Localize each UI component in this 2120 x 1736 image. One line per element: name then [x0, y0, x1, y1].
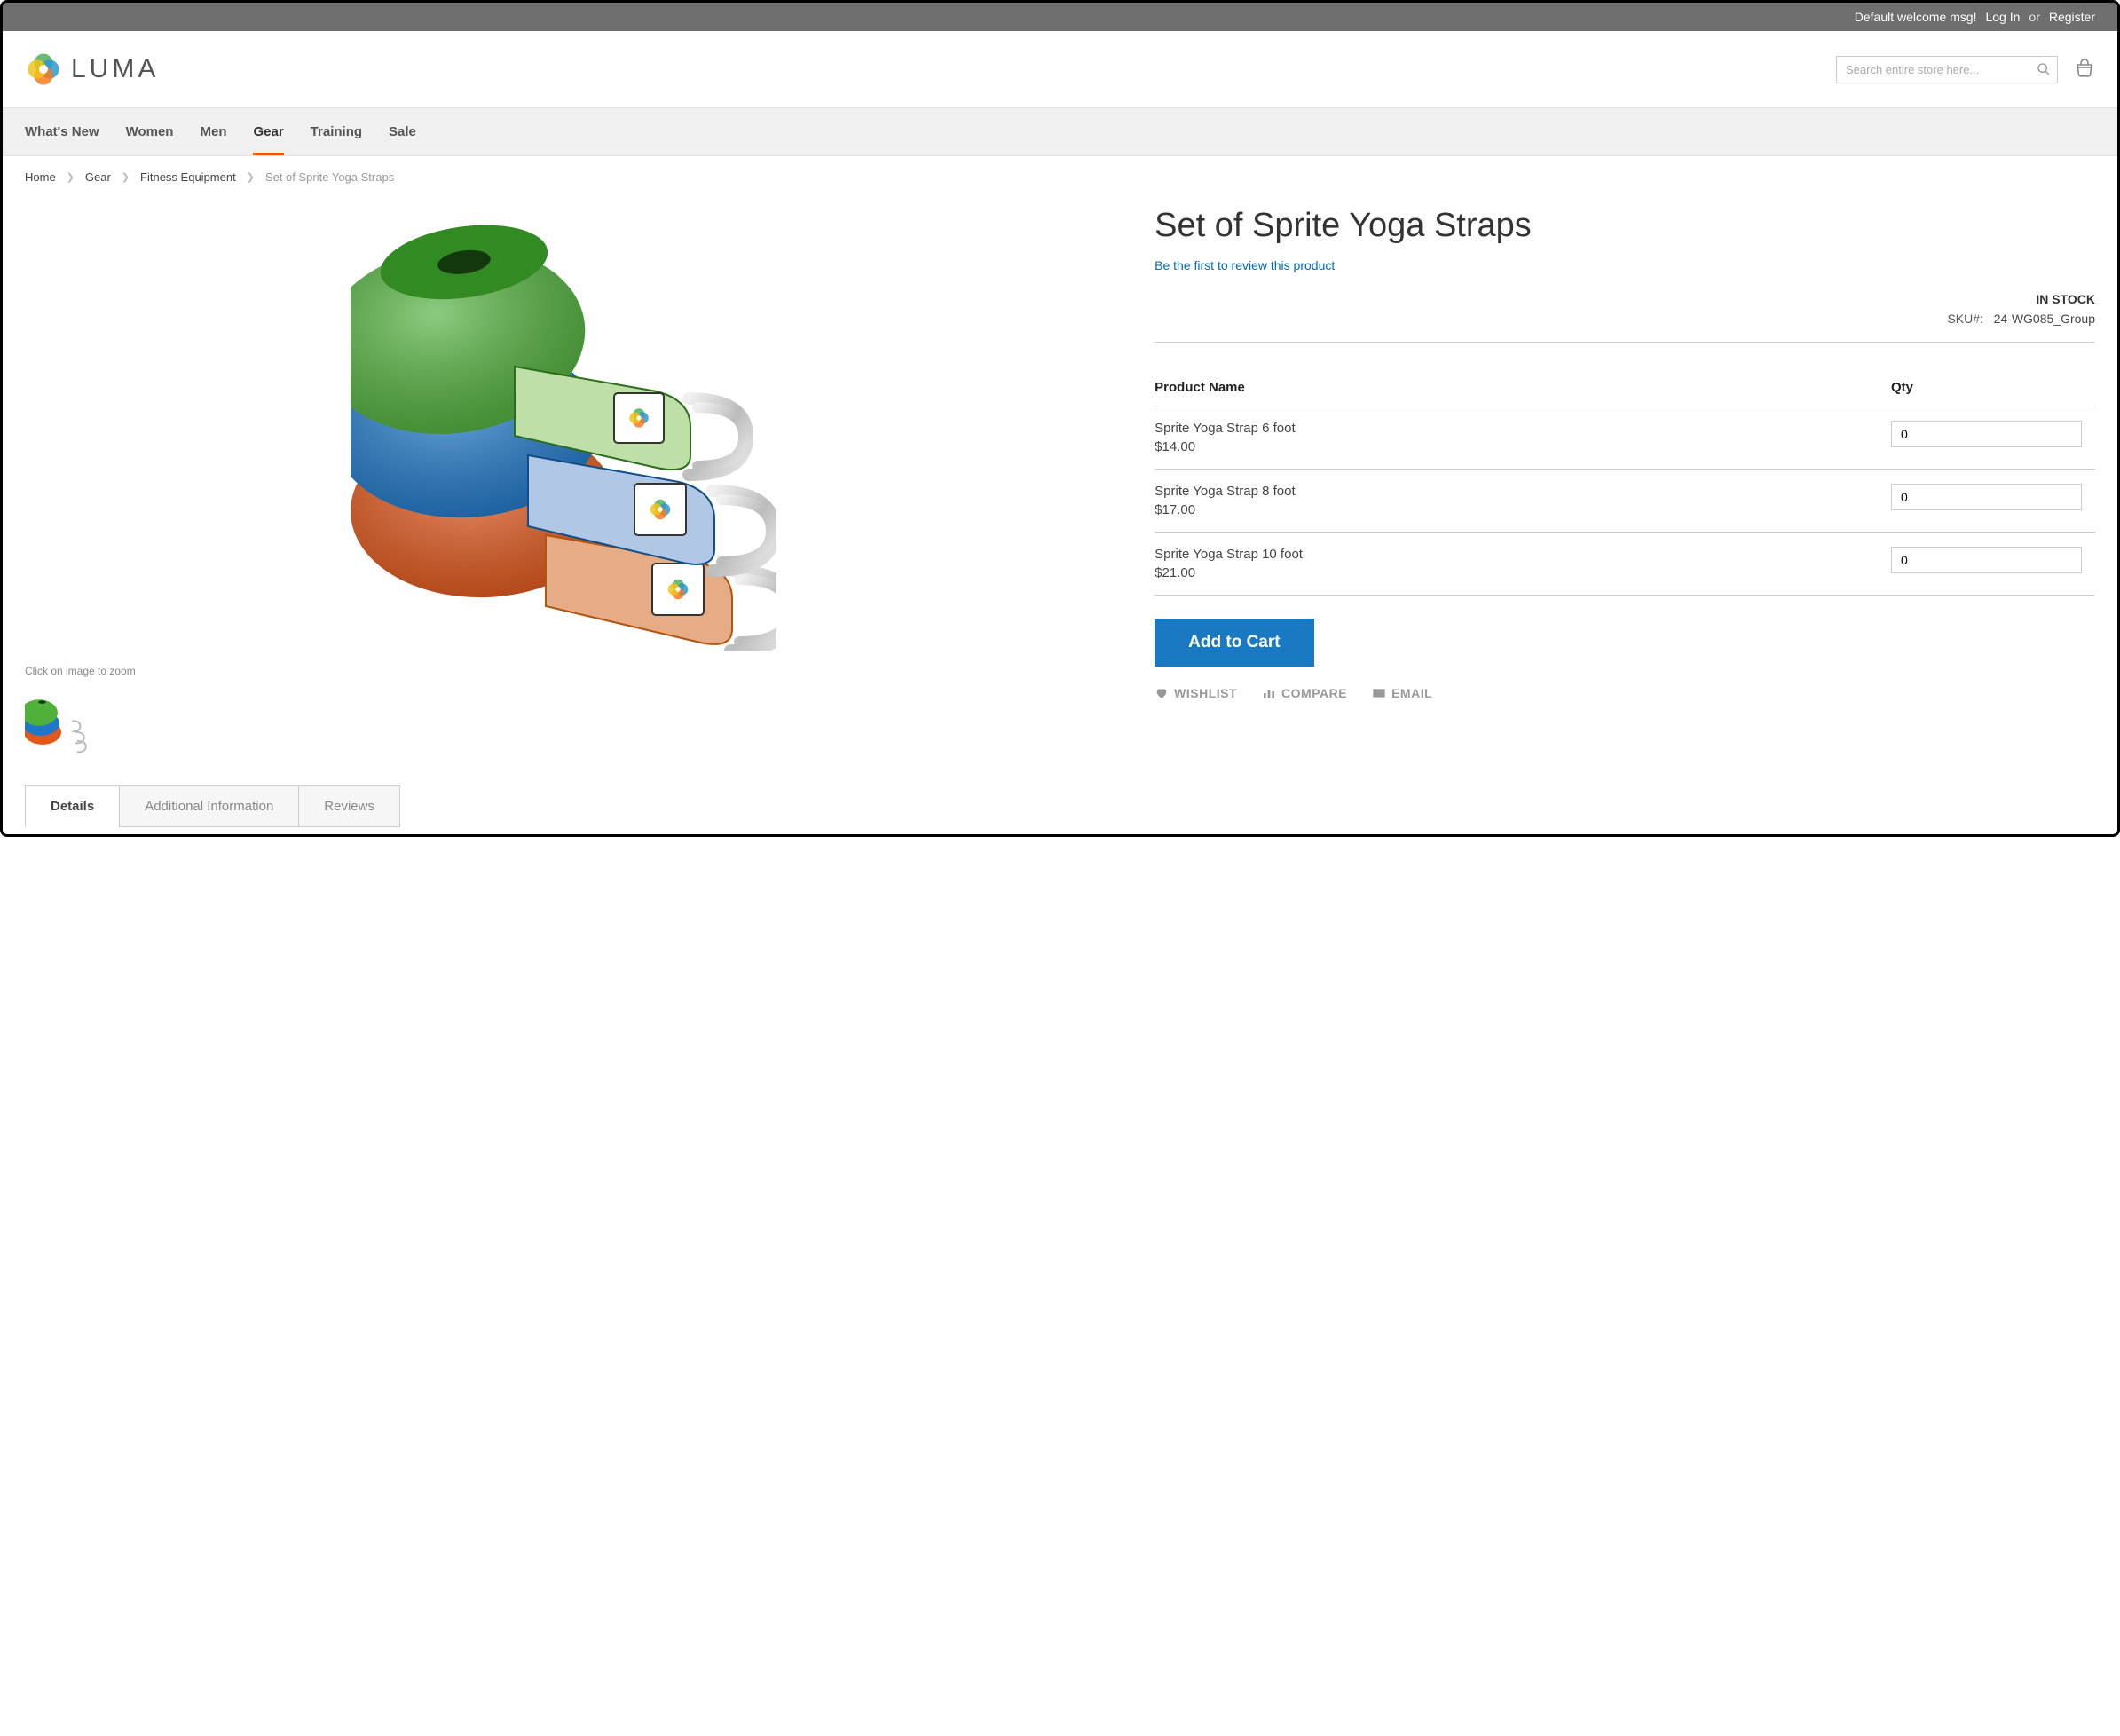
tab-details[interactable]: Details: [25, 785, 120, 827]
top-bar: Default welcome msg! Log In or Register: [3, 3, 2117, 31]
email-link[interactable]: EMAIL: [1372, 686, 1432, 700]
nav-link: Men: [200, 108, 226, 155]
nav-item-whats-new[interactable]: What's New: [25, 108, 99, 155]
wishlist-link[interactable]: WISHLIST: [1155, 686, 1237, 700]
table-row: Sprite Yoga Strap 10 foot $21.00: [1155, 532, 2095, 595]
grouped-item-name: Sprite Yoga Strap 8 foot: [1155, 484, 1891, 499]
nav-item-training[interactable]: Training: [311, 108, 362, 155]
qty-input[interactable]: [1891, 484, 2082, 510]
nav-list: What's New Women Men Gear Training Sale: [25, 108, 2095, 155]
bar-chart-icon: [1262, 686, 1276, 700]
tab-additional-information[interactable]: Additional Information: [119, 785, 299, 827]
zoom-hint: Click on image to zoom: [25, 665, 1101, 677]
sku-value: 24-WG085_Group: [1994, 312, 2095, 326]
breadcrumb: Home ❯ Gear ❯ Fitness Equipment ❯ Set of…: [3, 156, 2117, 198]
sku-label: SKU#:: [1947, 312, 1982, 326]
grouped-item-name: Sprite Yoga Strap 10 foot: [1155, 547, 1891, 562]
wishlist-label: WISHLIST: [1174, 686, 1237, 700]
login-link[interactable]: Log In: [1985, 10, 2020, 24]
heart-icon: [1155, 686, 1169, 700]
col-product-name: Product Name: [1155, 369, 1891, 406]
chevron-right-icon: ❯: [122, 171, 130, 183]
add-to-cart-button[interactable]: Add to Cart: [1155, 619, 1313, 667]
product-thumbnail[interactable]: [25, 690, 94, 759]
site-header: LUMA: [3, 31, 2117, 107]
qty-input[interactable]: [1891, 421, 2082, 447]
table-row: Sprite Yoga Strap 6 foot $14.00: [1155, 406, 2095, 469]
brand-name: LUMA: [71, 54, 159, 84]
grouped-item-price: $17.00: [1155, 502, 1891, 517]
col-qty: Qty: [1891, 369, 2095, 406]
product-media: Click on image to zoom: [25, 207, 1101, 759]
nav-link: What's New: [25, 108, 99, 155]
nav-item-men[interactable]: Men: [200, 108, 226, 155]
crumb-current: Set of Sprite Yoga Straps: [265, 170, 394, 184]
product-info: Set of Sprite Yoga Straps Be the first t…: [1155, 207, 2095, 759]
nav-link: Training: [311, 108, 362, 155]
crumb-gear[interactable]: Gear: [85, 170, 111, 184]
main-nav: What's New Women Men Gear Training Sale: [3, 107, 2117, 156]
crumb-home[interactable]: Home: [25, 170, 56, 184]
grouped-item-price: $21.00: [1155, 565, 1891, 580]
register-link[interactable]: Register: [2049, 10, 2095, 24]
product-tabs: Details Additional Information Reviews: [25, 785, 2095, 827]
nav-item-women[interactable]: Women: [126, 108, 174, 155]
nav-link: Women: [126, 108, 174, 155]
chevron-right-icon: ❯: [247, 171, 255, 183]
product-main-image[interactable]: [25, 207, 1101, 651]
review-cta-link[interactable]: Be the first to review this product: [1155, 258, 1335, 272]
site-search: [1836, 56, 2058, 83]
separator-or: or: [2029, 10, 2039, 24]
compare-link[interactable]: COMPARE: [1262, 686, 1347, 700]
nav-item-sale[interactable]: Sale: [389, 108, 416, 155]
grouped-item-name: Sprite Yoga Strap 6 foot: [1155, 421, 1891, 436]
site-logo[interactable]: LUMA: [25, 51, 159, 88]
grouped-product-table: Product Name Qty Sprite Yoga Strap 6 foo…: [1155, 369, 2095, 596]
qty-input[interactable]: [1891, 547, 2082, 573]
search-icon[interactable]: [2037, 62, 2051, 76]
welcome-message: Default welcome msg!: [1855, 10, 1977, 24]
stock-status: IN STOCK: [1155, 292, 2095, 306]
compare-label: COMPARE: [1281, 686, 1347, 700]
nav-link: Gear: [253, 108, 283, 155]
nav-link: Sale: [389, 108, 416, 155]
tab-reviews[interactable]: Reviews: [298, 785, 400, 827]
cart-icon[interactable]: [2074, 59, 2095, 80]
chevron-right-icon: ❯: [67, 171, 75, 183]
grouped-item-price: $14.00: [1155, 439, 1891, 454]
page-title: Set of Sprite Yoga Straps: [1155, 207, 2095, 246]
crumb-fitness-equipment[interactable]: Fitness Equipment: [140, 170, 236, 184]
search-input[interactable]: [1836, 56, 2058, 83]
email-label: EMAIL: [1391, 686, 1432, 700]
nav-item-gear[interactable]: Gear: [253, 108, 283, 155]
envelope-icon: [1372, 686, 1386, 700]
table-row: Sprite Yoga Strap 8 foot $17.00: [1155, 469, 2095, 532]
luma-logo-icon: [25, 51, 62, 88]
